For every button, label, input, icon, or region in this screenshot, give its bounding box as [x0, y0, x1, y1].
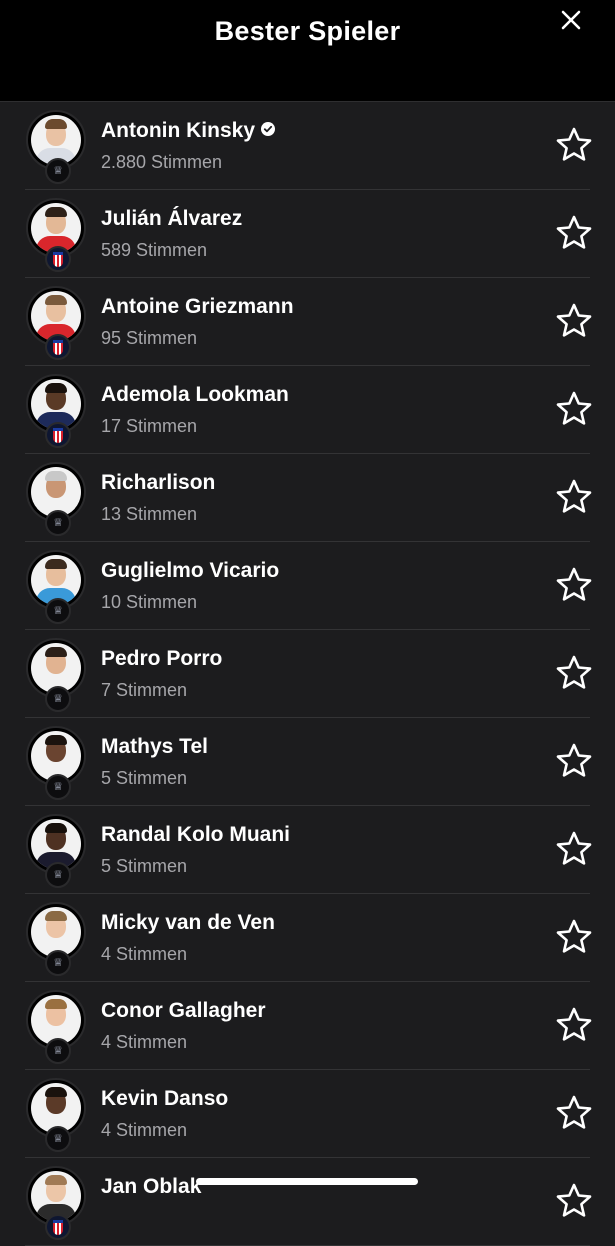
player-avatar-container: ♕: [26, 1078, 86, 1152]
vote-count: 4 Stimmen: [101, 944, 188, 964]
club-badge-icon: [45, 246, 71, 272]
vote-count: 13 Stimmen: [101, 504, 198, 524]
club-badge-icon: ♕: [45, 158, 71, 184]
player-name: Antoine Griezmann: [101, 295, 294, 318]
player-avatar-container: ♕: [26, 902, 86, 976]
player-avatar-container: ♕: [26, 110, 86, 184]
vote-count: 95 Stimmen: [101, 328, 198, 348]
vote-count: 10 Stimmen: [101, 592, 198, 612]
page-title: Bester Spieler: [214, 16, 401, 46]
player-row[interactable]: ♕ Conor Gallagher 4 Stimmen: [25, 982, 593, 1070]
player-name: Mathys Tel: [101, 735, 208, 758]
club-badge-icon: ♕: [45, 598, 71, 624]
player-row[interactable]: Jan Oblak: [25, 1158, 593, 1246]
player-row[interactable]: ♕ Kevin Danso 4 Stimmen: [25, 1070, 593, 1158]
home-indicator: [196, 1178, 418, 1185]
star-icon[interactable]: [555, 654, 593, 692]
star-icon[interactable]: [555, 918, 593, 956]
player-avatar-container: [26, 1166, 86, 1240]
player-avatar-container: ♕: [26, 550, 86, 624]
player-name: Julián Álvarez: [101, 207, 243, 230]
player-row[interactable]: ♕ Randal Kolo Muani 5 Stimmen: [25, 806, 593, 894]
player-name: Micky van de Ven: [101, 911, 275, 934]
player-row[interactable]: Ademola Lookman 17 Stimmen: [25, 366, 593, 454]
player-row[interactable]: Antoine Griezmann 95 Stimmen: [25, 278, 593, 366]
player-avatar-container: ♕: [26, 638, 86, 712]
player-avatar-container: ♕: [26, 462, 86, 536]
player-row[interactable]: ♕ Pedro Porro 7 Stimmen: [25, 630, 593, 718]
player-avatar-container: [26, 374, 86, 448]
player-avatar-container: [26, 286, 86, 360]
close-icon[interactable]: [555, 4, 587, 36]
header-bar: Bester Spieler: [0, 0, 615, 102]
player-name: Richarlison: [101, 471, 216, 494]
star-icon[interactable]: [555, 1006, 593, 1044]
star-icon[interactable]: [555, 1182, 593, 1220]
star-icon[interactable]: [555, 214, 593, 252]
club-badge-icon: ♕: [45, 510, 71, 536]
player-name: Guglielmo Vicario: [101, 559, 280, 582]
player-row[interactable]: ♕ Guglielmo Vicario 10 Stimmen: [25, 542, 593, 630]
vote-count: 589 Stimmen: [101, 240, 208, 260]
club-badge-icon: [45, 334, 71, 360]
star-icon[interactable]: [555, 1094, 593, 1132]
player-avatar-container: [26, 198, 86, 272]
player-row[interactable]: Julián Álvarez 589 Stimmen: [25, 190, 593, 278]
verified-icon: [261, 122, 276, 136]
club-badge-icon: [45, 1214, 71, 1240]
club-badge-icon: [45, 422, 71, 448]
player-name: Pedro Porro: [101, 647, 223, 670]
club-badge-icon: ♕: [45, 774, 71, 800]
player-avatar-container: ♕: [26, 990, 86, 1064]
player-avatar-container: ♕: [26, 726, 86, 800]
star-icon[interactable]: [555, 390, 593, 428]
vote-count: 4 Stimmen: [101, 1032, 188, 1052]
star-icon[interactable]: [555, 830, 593, 868]
club-badge-icon: ♕: [45, 686, 71, 712]
player-name: Ademola Lookman: [101, 383, 289, 406]
vote-count: 5 Stimmen: [101, 856, 188, 876]
player-name: Antonin Kinsky: [101, 119, 256, 142]
club-badge-icon: ♕: [45, 1126, 71, 1152]
player-list: ♕ Antonin Kinsky 2.880 Stimmen Julián Ál…: [0, 102, 615, 1246]
club-badge-icon: ♕: [45, 862, 71, 888]
star-icon[interactable]: [555, 566, 593, 604]
club-badge-icon: ♕: [45, 1038, 71, 1064]
player-name: Kevin Danso: [101, 1087, 229, 1110]
player-row[interactable]: ♕ Micky van de Ven 4 Stimmen: [25, 894, 593, 982]
vote-count: 2.880 Stimmen: [101, 152, 223, 172]
player-name: Conor Gallagher: [101, 999, 266, 1022]
star-icon[interactable]: [555, 302, 593, 340]
player-name: Jan Oblak: [101, 1175, 202, 1198]
player-row[interactable]: ♕ Richarlison 13 Stimmen: [25, 454, 593, 542]
player-row[interactable]: ♕ Mathys Tel 5 Stimmen: [25, 718, 593, 806]
player-avatar-container: ♕: [26, 814, 86, 888]
star-icon[interactable]: [555, 126, 593, 164]
star-icon[interactable]: [555, 742, 593, 780]
player-row[interactable]: ♕ Antonin Kinsky 2.880 Stimmen: [25, 102, 593, 190]
vote-count: 7 Stimmen: [101, 680, 188, 700]
player-name: Randal Kolo Muani: [101, 823, 290, 846]
vote-count: 5 Stimmen: [101, 768, 188, 788]
star-icon[interactable]: [555, 478, 593, 516]
club-badge-icon: ♕: [45, 950, 71, 976]
vote-count: 4 Stimmen: [101, 1120, 188, 1140]
vote-count: 17 Stimmen: [101, 416, 198, 436]
